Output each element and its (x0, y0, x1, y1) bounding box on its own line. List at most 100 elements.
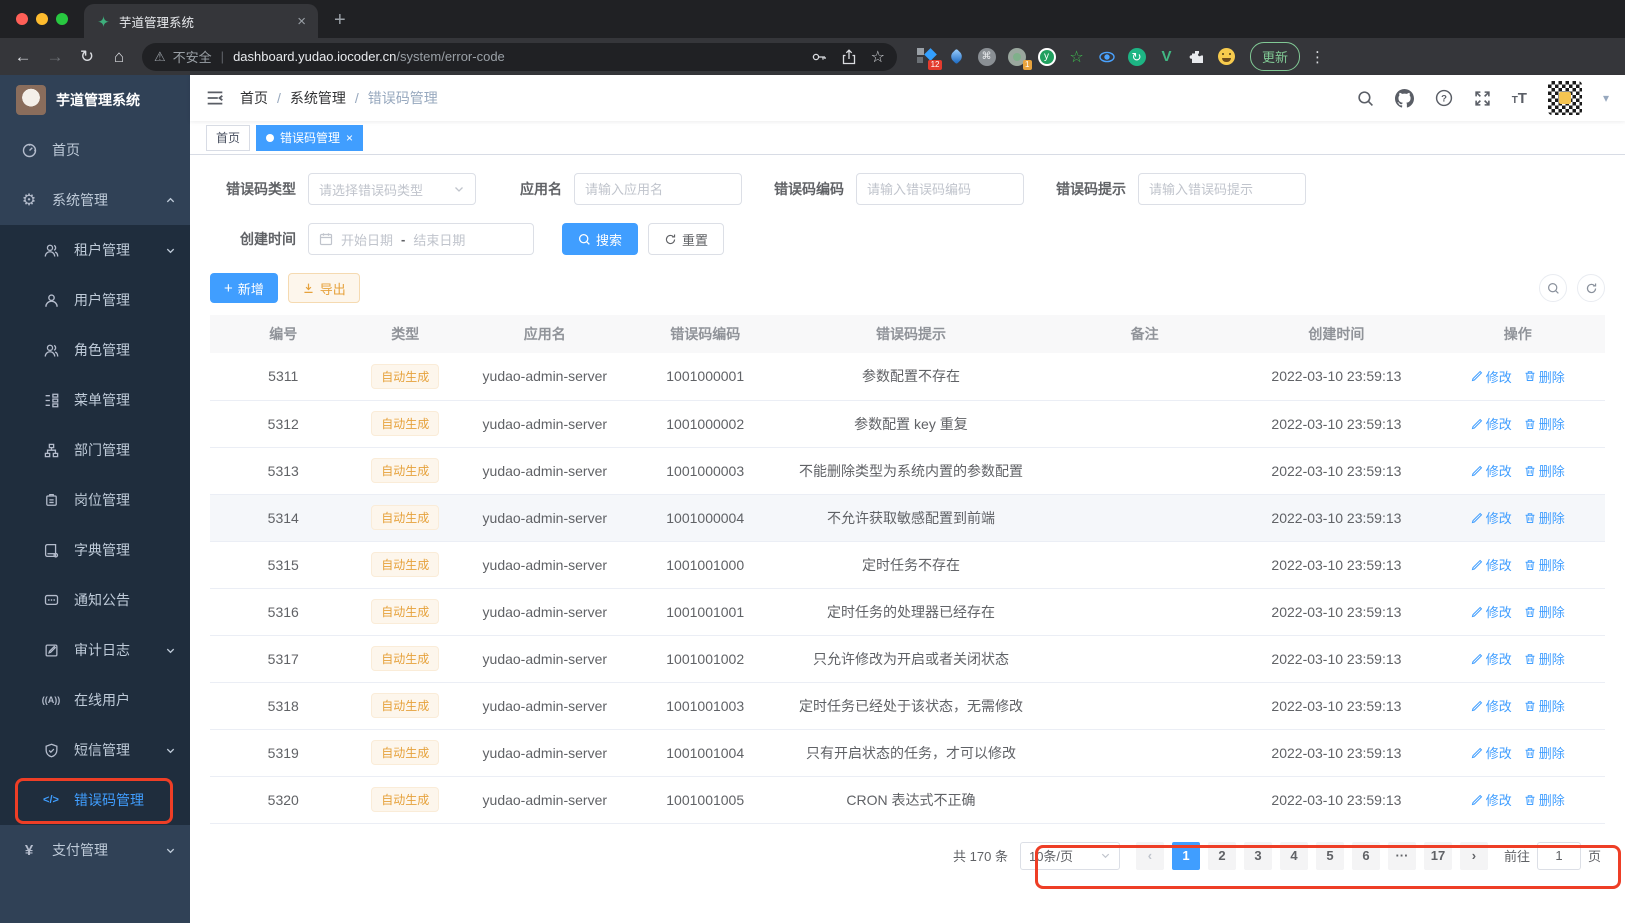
sidebar-item-dict[interactable]: 字典管理 (0, 525, 190, 575)
home-icon[interactable]: ⌂ (104, 42, 134, 72)
goto-page-input[interactable] (1536, 841, 1581, 870)
tab-close-icon[interactable]: × (297, 13, 306, 30)
sidebar-item-sms[interactable]: 短信管理 (0, 725, 190, 775)
page-button-5[interactable]: 5 (1315, 841, 1344, 870)
sidebar-item-errorcode[interactable]: </> 错误码管理 (0, 775, 190, 825)
edit-link[interactable]: 修改 (1471, 414, 1512, 433)
date-range-picker[interactable]: 开始日期 - 结束日期 (308, 223, 534, 255)
vue-devtools-icon[interactable]: V (1157, 47, 1176, 66)
delete-link[interactable]: 删除 (1524, 461, 1565, 480)
sidebar-toggle-icon[interactable] (206, 89, 224, 107)
app-name-input[interactable] (574, 173, 742, 205)
edit-link[interactable]: 修改 (1471, 508, 1512, 527)
search-icon[interactable] (1357, 90, 1374, 107)
sidebar-item-tenant[interactable]: 租户管理 (0, 225, 190, 275)
extensions-puzzle-icon[interactable] (1187, 47, 1206, 66)
github-icon[interactable] (1394, 88, 1414, 108)
back-icon[interactable]: ← (8, 42, 38, 72)
font-size-icon[interactable]: TT (1512, 90, 1527, 107)
page-size-select[interactable]: 10条/页 (1019, 841, 1120, 870)
tag-close-icon[interactable]: × (346, 131, 353, 145)
breadcrumb-system[interactable]: 系统管理 (290, 88, 346, 108)
window-minimize-button[interactable] (36, 13, 48, 25)
edit-link[interactable]: 修改 (1471, 790, 1512, 809)
page-button-6[interactable]: 6 (1351, 841, 1380, 870)
sidebar-item-audit[interactable]: 审计日志 (0, 625, 190, 675)
edit-link[interactable]: 修改 (1471, 602, 1512, 621)
page-button-1[interactable]: 1 (1171, 841, 1200, 870)
prev-page-button[interactable]: ‹ (1135, 841, 1164, 870)
edit-label: 修改 (1485, 369, 1512, 385)
command-extension-icon[interactable]: ⌘ (977, 47, 996, 66)
error-code-input[interactable] (856, 173, 1024, 205)
sidebar-item-post[interactable]: 岗位管理 (0, 475, 190, 525)
sidebar-item-pay[interactable]: ¥ 支付管理 (0, 825, 190, 875)
page-button-2[interactable]: 2 (1207, 841, 1236, 870)
help-icon[interactable]: ? (1435, 89, 1453, 107)
fullscreen-icon[interactable] (1474, 90, 1491, 107)
bookmark-star-icon[interactable]: ☆ (871, 47, 885, 67)
sidebar-item-system[interactable]: ⚙ 系统管理 (0, 175, 190, 225)
delete-link[interactable]: 删除 (1524, 414, 1565, 433)
address-bar[interactable]: ⚠ 不安全 | dashboard.yudao.iocoder.cn/syste… (142, 42, 897, 71)
page-button-3[interactable]: 3 (1243, 841, 1272, 870)
sidebar-item-online[interactable]: ((A)) 在线用户 (0, 675, 190, 725)
delete-link[interactable]: 删除 (1524, 555, 1565, 574)
sidebar-item-dept[interactable]: 部门管理 (0, 425, 190, 475)
sidebar-item-role[interactable]: 角色管理 (0, 325, 190, 375)
export-button[interactable]: 导出 (287, 273, 360, 303)
edit-link[interactable]: 修改 (1471, 649, 1512, 668)
browser-tab[interactable]: 芋道管理系统 × (84, 4, 318, 38)
sidebar-item-user[interactable]: 用户管理 (0, 275, 190, 325)
page-button-4[interactable]: 4 (1279, 841, 1308, 870)
sidebar-logo-row[interactable]: 芋道管理系统 (0, 75, 190, 125)
sidebar-item-menu[interactable]: 菜单管理 (0, 375, 190, 425)
refresh-table-button[interactable] (1577, 274, 1605, 302)
refresh-extension-icon[interactable]: ↻ (1127, 47, 1146, 66)
sidebar-item-notice[interactable]: 通知公告 (0, 575, 190, 625)
delete-link[interactable]: 删除 (1524, 743, 1565, 762)
browser-menu-icon[interactable]: ⋮ (1302, 48, 1333, 66)
blocks-extension-icon[interactable]: 12 (917, 47, 942, 70)
breadcrumb-home[interactable]: 首页 (240, 88, 268, 108)
delete-link[interactable]: 删除 (1524, 790, 1565, 809)
delete-link[interactable]: 删除 (1524, 696, 1565, 715)
star-extension-icon[interactable]: ☆ (1067, 47, 1086, 66)
search-button[interactable]: 搜索 (562, 223, 639, 255)
eye-extension-icon[interactable] (1097, 47, 1116, 66)
forward-icon[interactable]: → (40, 42, 70, 72)
page-button-17[interactable]: 17 (1423, 841, 1452, 870)
more-pages-button[interactable]: ··· (1387, 841, 1416, 870)
window-zoom-button[interactable] (56, 13, 68, 25)
delete-link[interactable]: 删除 (1524, 367, 1565, 386)
update-button[interactable]: 更新 (1250, 42, 1301, 71)
edit-link[interactable]: 修改 (1471, 555, 1512, 574)
user-avatar-qr[interactable] (1547, 81, 1582, 115)
tag-home[interactable]: 首页 (206, 124, 251, 151)
password-key-icon[interactable] (811, 49, 827, 65)
reset-button[interactable]: 重置 (648, 223, 725, 255)
new-tab-button[interactable]: + (334, 9, 346, 32)
edit-link[interactable]: 修改 (1471, 696, 1512, 715)
next-page-button[interactable]: › (1459, 841, 1488, 870)
delete-link[interactable]: 删除 (1524, 508, 1565, 527)
error-msg-input[interactable] (1138, 173, 1306, 205)
share-icon[interactable] (841, 48, 857, 65)
show-search-button[interactable] (1539, 274, 1567, 302)
delete-link[interactable]: 删除 (1524, 602, 1565, 621)
y-extension-icon[interactable]: y (1037, 47, 1056, 66)
kite-extension-icon[interactable] (947, 47, 966, 66)
error-type-select[interactable]: 请选择错误码类型 (308, 173, 476, 205)
edit-link[interactable]: 修改 (1471, 461, 1512, 480)
profile-extension-icon[interactable]: 1 (1007, 47, 1032, 70)
tag-errorcode-active[interactable]: 错误码管理 × (256, 124, 364, 151)
add-button[interactable]: + 新增 (210, 273, 278, 303)
emoji-extension-icon[interactable] (1217, 47, 1236, 66)
window-close-button[interactable] (16, 13, 28, 25)
sidebar-item-home[interactable]: 首页 (0, 125, 190, 175)
reload-icon[interactable]: ↻ (72, 42, 102, 72)
edit-link[interactable]: 修改 (1471, 743, 1512, 762)
delete-link[interactable]: 删除 (1524, 649, 1565, 668)
caret-down-icon[interactable]: ▾ (1603, 91, 1609, 105)
edit-link[interactable]: 修改 (1471, 367, 1512, 386)
